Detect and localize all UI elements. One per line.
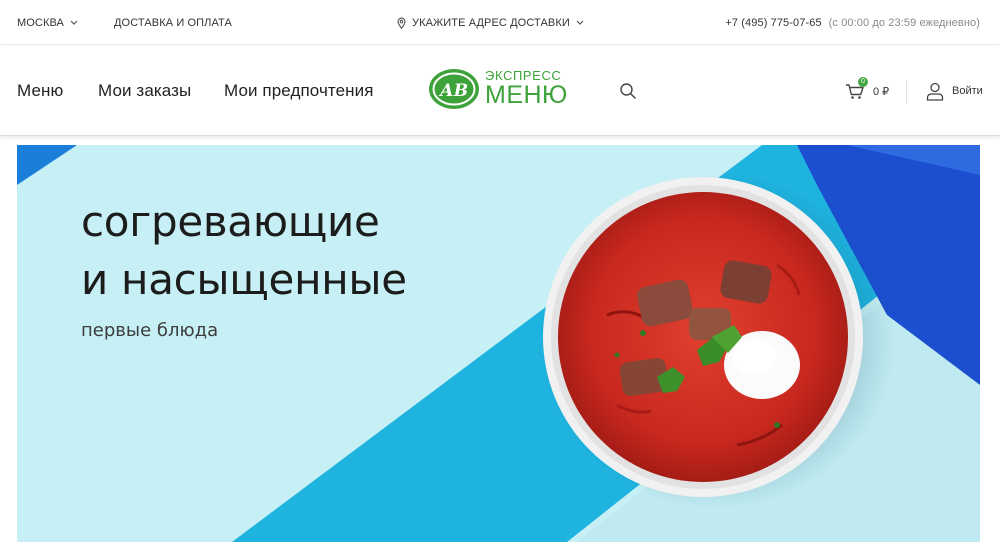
top-bar: МОСКВА ДОСТАВКА И ОПЛАТА УКАЖИТЕ АДРЕС Д… bbox=[0, 0, 1000, 45]
delivery-payment-label: ДОСТАВКА И ОПЛАТА bbox=[114, 16, 232, 29]
logo-line2: МЕНЮ bbox=[485, 81, 568, 109]
cart-count-badge: 0 bbox=[858, 77, 868, 87]
user-icon bbox=[926, 82, 944, 101]
location-pin-icon bbox=[397, 17, 406, 29]
working-hours: (с 00:00 до 23:59 ежедневно) bbox=[828, 16, 980, 29]
delivery-payment-link[interactable]: ДОСТАВКА И ОПЛАТА bbox=[114, 0, 232, 45]
address-prompt-label: УКАЖИТЕ АДРЕС ДОСТАВКИ bbox=[412, 16, 570, 29]
delivery-address-selector[interactable]: УКАЖИТЕ АДРЕС ДОСТАВКИ bbox=[397, 0, 584, 45]
login-button[interactable]: Войти bbox=[926, 81, 983, 101]
hero-banner[interactable]: согревающие и насыщенные первые блюда bbox=[17, 145, 980, 542]
hero-title-line2: и насыщенные bbox=[81, 255, 407, 304]
nav-menu[interactable]: Меню bbox=[17, 46, 63, 136]
logo-emblem-icon: АВ bbox=[429, 68, 479, 109]
logo-wordmark: ЭКСПРЕСС МЕНЮ bbox=[485, 69, 568, 108]
city-label: МОСКВА bbox=[17, 16, 64, 29]
nav-my-preferences[interactable]: Мои предпочтения bbox=[224, 46, 374, 136]
hero-title: согревающие и насыщенные bbox=[81, 193, 407, 309]
main-header: Меню Мои заказы Мои предпочтения АВ ЭКСП… bbox=[0, 46, 1000, 136]
chevron-down-icon bbox=[70, 20, 78, 25]
cart-button[interactable]: 0 0 ₽ bbox=[845, 77, 890, 102]
chevron-down-icon bbox=[576, 20, 584, 25]
site-logo[interactable]: АВ ЭКСПРЕСС МЕНЮ bbox=[428, 66, 573, 111]
hero-title-line1: согревающие bbox=[81, 197, 380, 246]
cart-total: 0 ₽ bbox=[873, 85, 890, 98]
phone-link[interactable]: +7 (495) 775-07-65 bbox=[725, 17, 821, 29]
nav-my-orders[interactable]: Мои заказы bbox=[98, 46, 191, 136]
logo-emblem-text: АВ bbox=[438, 81, 468, 101]
login-label: Войти bbox=[952, 85, 983, 97]
contact-info: +7 (495) 775-07-65 (с 00:00 до 23:59 еже… bbox=[725, 0, 980, 45]
city-selector[interactable]: МОСКВА bbox=[17, 0, 78, 45]
hero-subtitle: первые блюда bbox=[81, 320, 219, 341]
search-icon[interactable] bbox=[619, 82, 637, 100]
header-divider bbox=[906, 80, 907, 104]
cart-icon-wrap: 0 bbox=[845, 77, 868, 100]
